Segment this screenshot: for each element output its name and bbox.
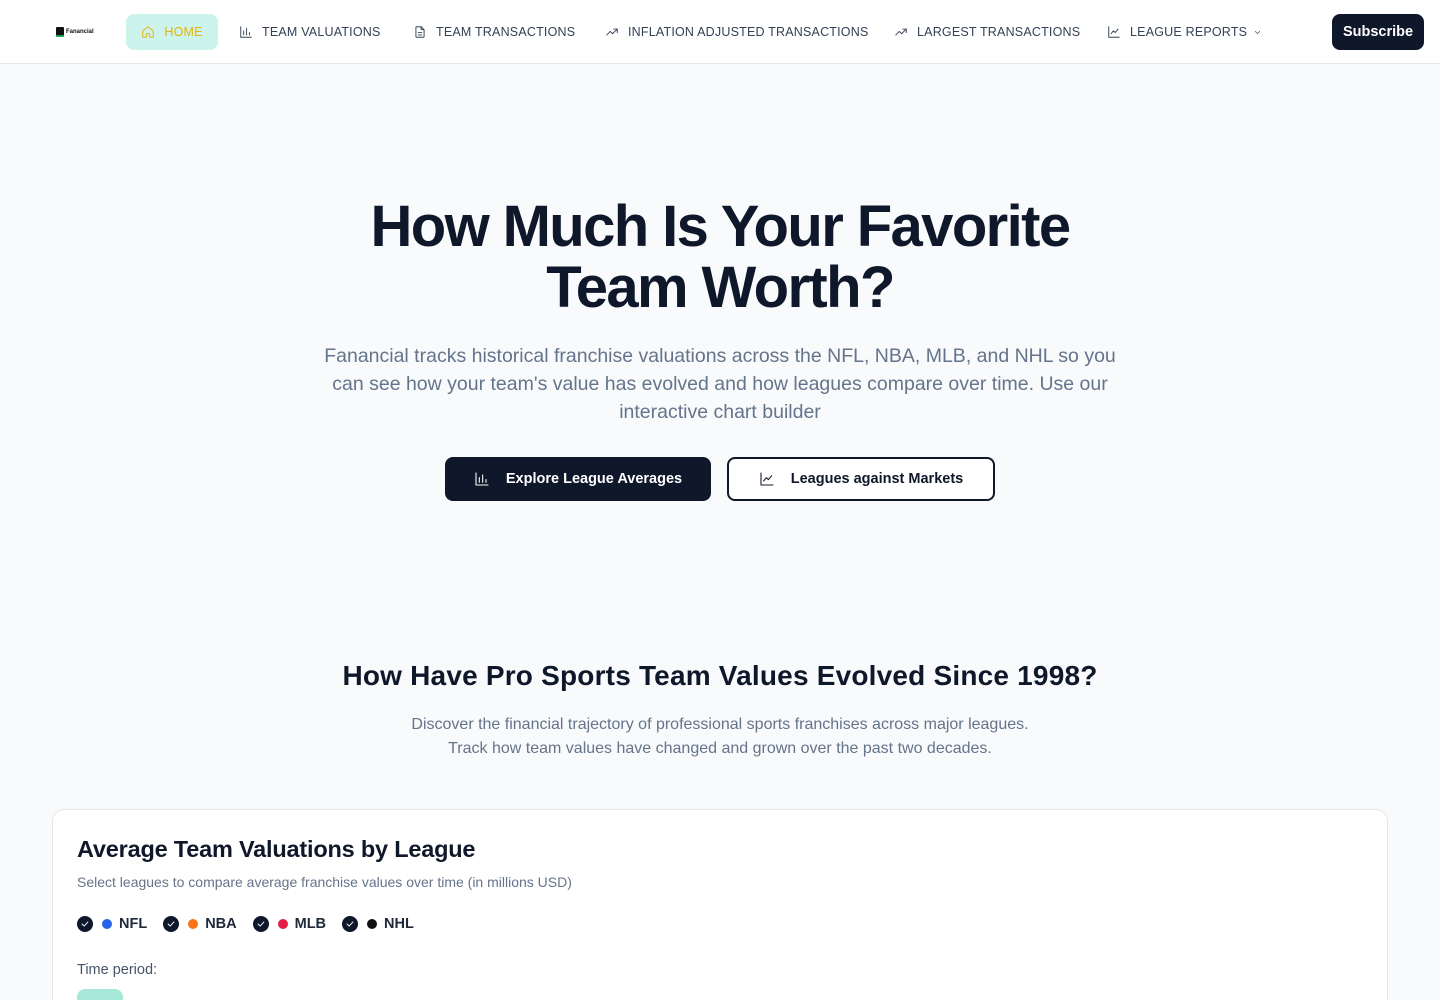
section-subtitle: Discover the financial trajectory of pro… xyxy=(320,713,1120,761)
nav-item-label: HOME xyxy=(164,25,203,39)
checkbox-checked-icon[interactable] xyxy=(77,916,93,932)
nav-item-label: TEAM VALUATIONS xyxy=(262,25,381,39)
league-selector: NFL NBA MLB NHL xyxy=(77,916,414,932)
chevron-down-icon xyxy=(1255,30,1261,34)
league-toggle-nba[interactable]: NBA xyxy=(163,916,237,932)
section-title: How Have Pro Sports Team Values Evolved … xyxy=(342,660,1098,691)
explore-league-averages-button[interactable]: Explore League Averages xyxy=(445,457,711,501)
fanancial-logo[interactable]: Fanancial xyxy=(56,22,100,42)
hero-title-line2: Team Worth? xyxy=(546,255,895,320)
logo-text: Fanancial xyxy=(66,29,94,35)
time-period-label: Time period: xyxy=(77,962,158,978)
league-label: NBA xyxy=(205,916,237,932)
nav-item-team-transactions[interactable]: TEAM TRANSACTIONS xyxy=(399,14,589,50)
document-icon xyxy=(415,26,425,38)
league-color-dot xyxy=(277,919,288,929)
section-subtitle-line1: Discover the financial trajectory of pro… xyxy=(411,716,1029,733)
line-chart-icon xyxy=(760,472,774,486)
league-toggle-nfl[interactable]: NFL xyxy=(77,916,147,932)
checkbox-checked-icon[interactable] xyxy=(252,916,269,932)
nav-item-team-valuations[interactable]: TEAM VALUATIONS xyxy=(225,14,395,50)
nav-item-league-reports[interactable]: LEAGUE REPORTS xyxy=(1093,14,1276,50)
hero-subtitle: Fanancial tracks historical franchise va… xyxy=(324,345,1116,423)
bar-chart-icon xyxy=(475,472,489,486)
nav-item-label: TEAM TRANSACTIONS xyxy=(436,25,576,39)
trending-up-icon xyxy=(606,28,618,36)
subscribe-button[interactable]: Subscribe xyxy=(1332,14,1424,50)
league-color-dot xyxy=(367,919,378,929)
section-subtitle-line2: Track how team values have changed and g… xyxy=(448,740,992,757)
league-toggle-nhl[interactable]: NHL xyxy=(342,916,414,932)
nav-item-largest-transactions[interactable]: LARGEST TRANSACTIONS xyxy=(880,14,1094,50)
card-title: Average Team Valuations by League xyxy=(77,836,476,862)
button-label: Explore League Averages xyxy=(505,471,683,487)
league-label: NHL xyxy=(384,916,414,932)
home-icon xyxy=(142,26,155,38)
league-color-dot xyxy=(188,919,199,929)
checkbox-checked-icon[interactable] xyxy=(342,916,359,932)
line-chart-icon xyxy=(1108,26,1120,38)
card-subtitle: Select leagues to compare average franch… xyxy=(77,874,572,890)
league-label: NFL xyxy=(119,916,148,932)
checkbox-checked-icon[interactable] xyxy=(163,916,180,932)
hero-title: How Much Is Your Favorite Team Worth? xyxy=(320,196,1120,318)
button-label: Leagues against Markets xyxy=(790,471,964,487)
league-toggle-mlb[interactable]: MLB xyxy=(252,916,327,932)
top-navbar: Fanancial HOME TEAM VALUATIONS TEAM TRAN… xyxy=(0,0,1440,64)
nav-item-label: LARGEST TRANSACTIONS xyxy=(917,25,1081,39)
time-period-option[interactable] xyxy=(77,989,123,1000)
league-label: MLB xyxy=(294,916,327,932)
nav-item-inflation-adjusted[interactable]: INFLATION ADJUSTED TRANSACTIONS xyxy=(591,14,883,50)
nav-item-label: LEAGUE REPORTS xyxy=(1130,25,1248,39)
trending-up-icon xyxy=(895,28,907,36)
nav-item-label: INFLATION ADJUSTED TRANSACTIONS xyxy=(628,25,869,39)
leagues-against-markets-button[interactable]: Leagues against Markets xyxy=(727,457,995,501)
nav-item-home[interactable]: HOME xyxy=(126,14,218,50)
league-valuations-card: Average Team Valuations by League Select… xyxy=(52,809,1388,1000)
bar-chart-icon xyxy=(240,26,252,38)
hero-title-line1: How Much Is Your Favorite xyxy=(370,194,1071,259)
logo-mark-icon xyxy=(56,27,64,37)
league-color-dot xyxy=(102,919,112,929)
